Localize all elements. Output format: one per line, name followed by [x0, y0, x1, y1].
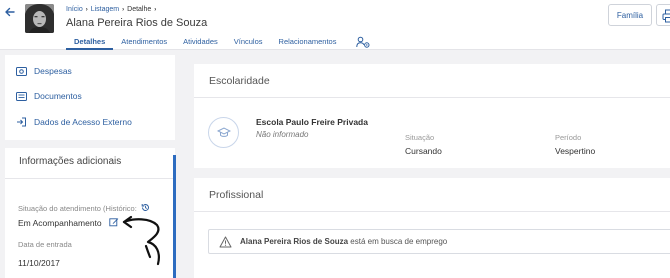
- graduation-cap-icon: [216, 127, 231, 137]
- money-icon: [16, 66, 27, 76]
- breadcrumb-separator: ›: [85, 6, 88, 13]
- tab-atendimentos[interactable]: Atendimentos: [113, 33, 175, 50]
- avatar: [25, 4, 54, 33]
- sidebar-item-despesas[interactable]: Despesas: [16, 66, 72, 76]
- breadcrumb-separator: ›: [154, 6, 157, 13]
- arrow-left-icon[interactable]: [4, 6, 16, 18]
- breadcrumb-listagem[interactable]: Listagem: [91, 6, 119, 13]
- warning-icon: [219, 236, 232, 247]
- breadcrumb: Início › Listagem › Detalhe ›: [66, 6, 156, 13]
- alert-message: está em busca de emprego: [350, 237, 448, 246]
- tab-detalhes[interactable]: Detalhes: [66, 33, 114, 50]
- additional-info-title: Informações adicionais: [19, 156, 122, 167]
- profissional-title: Profissional: [209, 189, 264, 201]
- sidebar-item-label: Despesas: [34, 66, 72, 76]
- breadcrumb-home[interactable]: Início: [66, 6, 83, 13]
- school-name: Escola Paulo Freire Privada: [256, 117, 368, 127]
- sidebar-item-documentos[interactable]: Documentos: [16, 91, 82, 101]
- history-icon[interactable]: [141, 203, 150, 212]
- divider: [194, 211, 670, 212]
- tab-atividades[interactable]: Atividades: [175, 33, 226, 50]
- status-value-text: Em Acompanhamento: [18, 218, 102, 228]
- situacao-label: Situação: [405, 133, 435, 142]
- divider: [5, 178, 175, 179]
- tab-relacionamentos[interactable]: Relacionamentos: [271, 33, 345, 50]
- sidebar-item-label: Documentos: [34, 91, 82, 101]
- tab-vinculos[interactable]: Vínculos: [226, 33, 271, 50]
- page-header: Início › Listagem › Detalhe › Alana Pere…: [0, 0, 670, 50]
- edit-icon[interactable]: [109, 217, 119, 227]
- status-label-text: Situação do atendimento (Histórico:: [18, 204, 137, 213]
- job-search-alert: Alana Pereira Rios de Souza está em busc…: [208, 229, 670, 254]
- tab-users-settings[interactable]: [344, 33, 378, 50]
- page-title: Alana Pereira Rios de Souza: [66, 17, 208, 29]
- sidebar-scroll-indicator: [173, 155, 176, 278]
- login-icon: [17, 117, 26, 127]
- document-icon: [16, 91, 27, 101]
- situacao-value: Cursando: [405, 146, 442, 156]
- breadcrumb-separator: ›: [122, 6, 125, 13]
- alert-text: Alana Pereira Rios de Souza está em busc…: [240, 237, 447, 246]
- sidebar-item-label: Dados de Acesso Externo: [34, 117, 132, 127]
- profissional-card: Profissional: [194, 178, 670, 278]
- print-icon: [662, 9, 670, 23]
- status-value: Em Acompanhamento: [18, 217, 119, 228]
- periodo-label: Período: [555, 133, 582, 142]
- tab-bar: Detalhes Atendimentos Atividades Vínculo…: [66, 33, 378, 50]
- print-button[interactable]: [656, 4, 670, 26]
- school-avatar: [208, 117, 239, 148]
- breadcrumb-current: Detalhe: [127, 6, 152, 13]
- arrow-annotation: [122, 215, 160, 266]
- sidebar-menu: Despesas Documentos Dados de Acesso Exte…: [5, 55, 175, 140]
- escolaridade-title: Escolaridade: [209, 75, 270, 87]
- sidebar-item-acesso-externo[interactable]: Dados de Acesso Externo: [16, 117, 132, 127]
- divider: [194, 97, 670, 98]
- alert-person-name: Alana Pereira Rios de Souza: [240, 237, 349, 246]
- entry-date-value: 11/10/2017: [18, 258, 60, 268]
- avatar-photo: [25, 4, 54, 33]
- school-subtitle: Não informado: [256, 130, 309, 139]
- family-button[interactable]: Família: [608, 4, 652, 26]
- entry-date-label: Data de entrada: [18, 240, 72, 249]
- periodo-value: Vespertino: [555, 146, 596, 156]
- users-settings-icon: [356, 36, 370, 48]
